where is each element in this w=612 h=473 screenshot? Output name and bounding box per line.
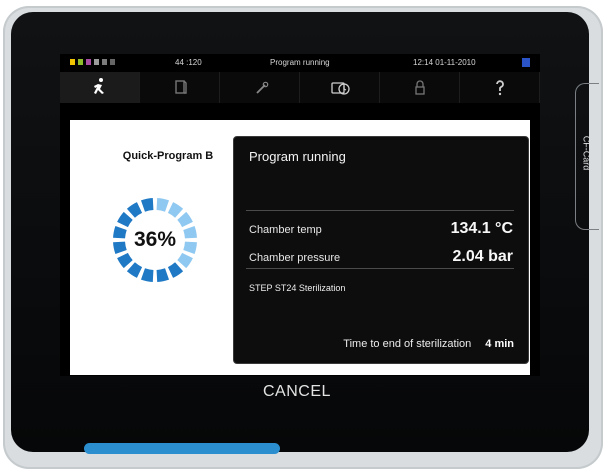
status-left-value: 44 :120 <box>175 58 202 67</box>
tab-documents[interactable] <box>140 72 220 103</box>
tab-help[interactable] <box>460 72 540 103</box>
program-name: Quick-Program B <box>122 150 214 162</box>
tab-program[interactable] <box>60 72 140 103</box>
help-icon <box>495 79 504 95</box>
status-panel: Program running Chamber temp 134.1 °C Ch… <box>233 136 529 364</box>
status-icon-gray-3 <box>110 59 115 65</box>
progress-gauge: 36% <box>105 190 205 290</box>
divider <box>246 210 514 211</box>
status-icon-purple <box>86 59 91 65</box>
remaining-label: Time to end of sterilization <box>343 338 472 350</box>
chamber-pressure-row: Chamber pressure 2.04 bar <box>249 248 513 266</box>
cf-card-label: CF-Card <box>581 135 592 171</box>
status-bar: 44 :120 Program running 12:14 01-11-2010 <box>60 54 540 72</box>
document-icon <box>174 79 187 94</box>
chamber-temp-value: 134.1 °C <box>450 220 513 237</box>
tab-bar <box>60 72 540 103</box>
tab-setup[interactable] <box>220 72 300 103</box>
cancel-button[interactable]: CANCEL <box>263 383 331 401</box>
usb-icon <box>522 58 530 67</box>
status-icon-gray <box>94 59 99 65</box>
running-person-icon <box>93 77 104 94</box>
status-center-text: Program running <box>270 58 330 67</box>
wrench-icon <box>255 81 268 94</box>
chamber-temp-label: Chamber temp <box>249 224 322 236</box>
tab-log[interactable] <box>300 72 380 103</box>
divider-2 <box>246 268 514 269</box>
status-icon-yellow <box>70 59 75 65</box>
status-icon-green <box>78 59 83 65</box>
progress-bar-indicator <box>84 443 280 454</box>
remaining-time: Time to end of sterilization 4 min <box>343 338 514 350</box>
chamber-pressure-label: Chamber pressure <box>249 252 341 264</box>
panel-title: Program running <box>249 149 346 164</box>
status-icons <box>70 59 115 65</box>
chamber-temp-row: Chamber temp 134.1 °C <box>249 220 513 238</box>
lock-icon <box>414 79 425 95</box>
chamber-pressure-value: 2.04 bar <box>452 248 513 265</box>
step-text: STEP ST24 Sterilization <box>249 283 346 293</box>
progress-percent: 36% <box>133 228 177 251</box>
remaining-value: 4 min <box>485 338 514 350</box>
document-clock-icon <box>330 81 350 95</box>
status-datetime: 12:14 01-11-2010 <box>413 58 476 67</box>
status-icon-gray-2 <box>102 59 107 65</box>
tab-lock[interactable] <box>380 72 460 103</box>
